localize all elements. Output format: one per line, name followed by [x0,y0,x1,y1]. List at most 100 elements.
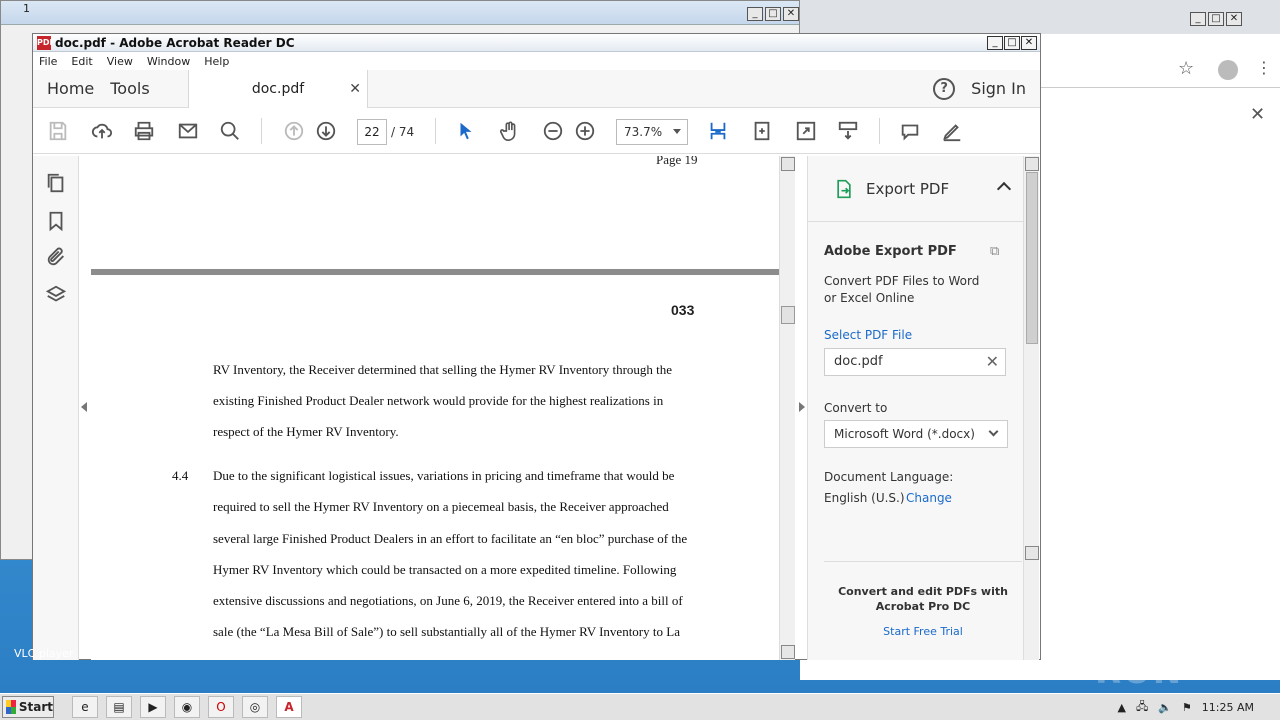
convert-to-label: Convert to [824,401,888,415]
document-scrollbar[interactable] [779,156,795,660]
convert-format-select[interactable]: Microsoft Word (*.docx) [824,420,1008,448]
sign-in-link[interactable]: Sign In [971,79,1026,98]
zoom-select[interactable]: 73.7% [616,119,688,145]
taskbar: Start e ▤ ▶ ◉ O ◎ A ▲ 🖧 🔈 ⚑ 11:25 AM [0,693,1280,720]
chrome-window-buttons[interactable]: _ □ ✕ [1188,10,1242,26]
zoom-out-icon[interactable] [540,118,566,144]
convert-format-value: Microsoft Word (*.docx) [834,427,975,441]
scroll-up-arrow[interactable] [781,157,795,171]
pdf-icon: PDF [37,35,55,50]
doc-line: several large Finished Product Dealers i… [213,531,688,546]
acrobat-taskbar-icon[interactable]: A [276,696,302,718]
email-icon[interactable] [175,118,201,144]
ie-icon[interactable]: e [72,696,98,718]
collapse-left-icon[interactable] [81,402,87,412]
explorer-titlebar: 1 _ □ ✕ [1,1,799,25]
tray-expand-icon[interactable]: ▲ [1117,701,1125,714]
select-pdf-file-link[interactable]: Select PDF File [824,327,994,344]
doc-line: RV Inventory, the Receiver determined th… [213,362,673,377]
attachment-icon[interactable] [45,246,67,268]
network-icon[interactable]: 🖧 [1136,698,1148,717]
export-pdf-icon [834,178,854,200]
volume-icon[interactable]: 🔈 [1158,701,1172,714]
upload-cloud-icon[interactable] [89,118,115,144]
flag-icon[interactable]: ⚑ [1182,701,1192,714]
close-button[interactable]: ✕ [1021,35,1037,50]
page-header: Page 19 [656,156,698,167]
rotate-page-icon[interactable] [749,118,775,144]
copy-icon[interactable]: ⧉ [990,244,999,259]
menu-view[interactable]: View [107,55,133,68]
close-icon[interactable]: ✕ [1250,104,1265,125]
scroll-down-arrow[interactable] [781,645,795,659]
vlc-desktop-label[interactable]: VLC player [14,648,73,660]
start-button[interactable]: Start [2,696,54,718]
select-cursor-icon[interactable] [453,118,479,144]
menu-help[interactable]: Help [204,55,229,68]
page-thumbnails-icon[interactable] [45,172,67,194]
media-player-icon[interactable]: ▶ [140,696,166,718]
hand-tool-icon[interactable] [497,118,523,144]
page-total: / 74 [391,125,415,139]
change-language-link[interactable]: Change [906,490,952,507]
avatar[interactable] [1218,60,1238,80]
star-icon[interactable]: ☆ [1178,58,1194,79]
selected-file-field[interactable]: doc.pdf ✕ [824,348,1006,376]
scroll-up-arrow[interactable] [1025,157,1039,171]
explorer-window-buttons[interactable]: _ □ ✕ [745,5,799,21]
toolbar: 22 / 74 73.7% [33,108,1040,154]
page-number-input[interactable]: 22 [357,119,387,145]
expand-right-icon[interactable] [799,402,805,412]
opera-icon[interactable]: O [208,696,234,718]
explorer-icon[interactable]: ▤ [106,696,132,718]
clock[interactable]: 11:25 AM [1202,701,1254,714]
export-pane-header[interactable]: Export PDF [808,156,1023,222]
zoom-value: 73.7% [624,125,663,139]
menu-edit[interactable]: Edit [71,55,92,68]
acrobat-window: PDF doc.pdf - Adobe Acrobat Reader DC _ … [32,33,1041,660]
chrome-icon[interactable]: ◉ [174,696,200,718]
print-icon[interactable] [131,118,157,144]
highlight-pen-icon[interactable] [939,118,965,144]
close-tab-icon[interactable]: ✕ [349,81,361,97]
search-icon[interactable] [217,118,243,144]
maximize-button[interactable]: □ [1004,35,1020,50]
start-free-trial-link[interactable]: Start Free Trial [824,625,1022,638]
chrome-tabstrip: _ □ ✕ [800,0,1280,34]
comment-icon[interactable] [897,118,923,144]
previous-page-icon[interactable] [281,118,307,144]
acrobat-titlebar: PDF doc.pdf - Adobe Acrobat Reader DC _ … [33,34,1040,52]
chevron-up-icon[interactable] [996,181,1012,197]
zoom-in-icon[interactable] [572,118,598,144]
doc-line: existing Finished Product Dealer network… [213,393,664,408]
section-number: 4.4 [172,468,189,483]
menu-window[interactable]: Window [147,55,190,68]
tab-document[interactable]: doc.pdf ✕ [188,70,368,108]
next-page-icon[interactable] [313,118,339,144]
scroll-thumb[interactable] [1026,172,1038,344]
scroll-mode-icon[interactable] [835,118,861,144]
doc-line: Hymer RV Inventory which could be transa… [213,562,677,577]
app-icon[interactable]: ◎ [242,696,268,718]
pane-scrollbar[interactable] [1023,156,1039,660]
scroll-down-arrow[interactable] [1025,546,1039,560]
document-language-label: Document Language: [824,470,954,484]
layers-icon[interactable] [45,284,67,306]
full-screen-icon[interactable] [793,118,819,144]
menu-dots-icon[interactable]: ⋮ [1256,58,1272,77]
clear-file-icon[interactable]: ✕ [986,352,999,371]
pane-divider [824,561,1022,562]
doc-line: sale (the “La Mesa Bill of Sale”) to sel… [213,624,680,639]
watermark: ANY RUN [1095,612,1184,692]
help-icon[interactable]: ? [933,77,956,100]
nav-tools[interactable]: Tools [108,79,163,98]
menu-file[interactable]: File [39,55,57,68]
fit-page-icon[interactable] [705,118,731,144]
toolbar-divider [435,118,436,144]
bookmark-icon[interactable] [45,210,67,232]
minimize-button[interactable]: _ [987,35,1003,50]
scroll-thumb[interactable] [781,306,795,324]
save-icon[interactable] [45,118,71,144]
window-title: doc.pdf - Adobe Acrobat Reader DC [55,35,295,50]
nav-home[interactable]: Home [33,79,108,98]
